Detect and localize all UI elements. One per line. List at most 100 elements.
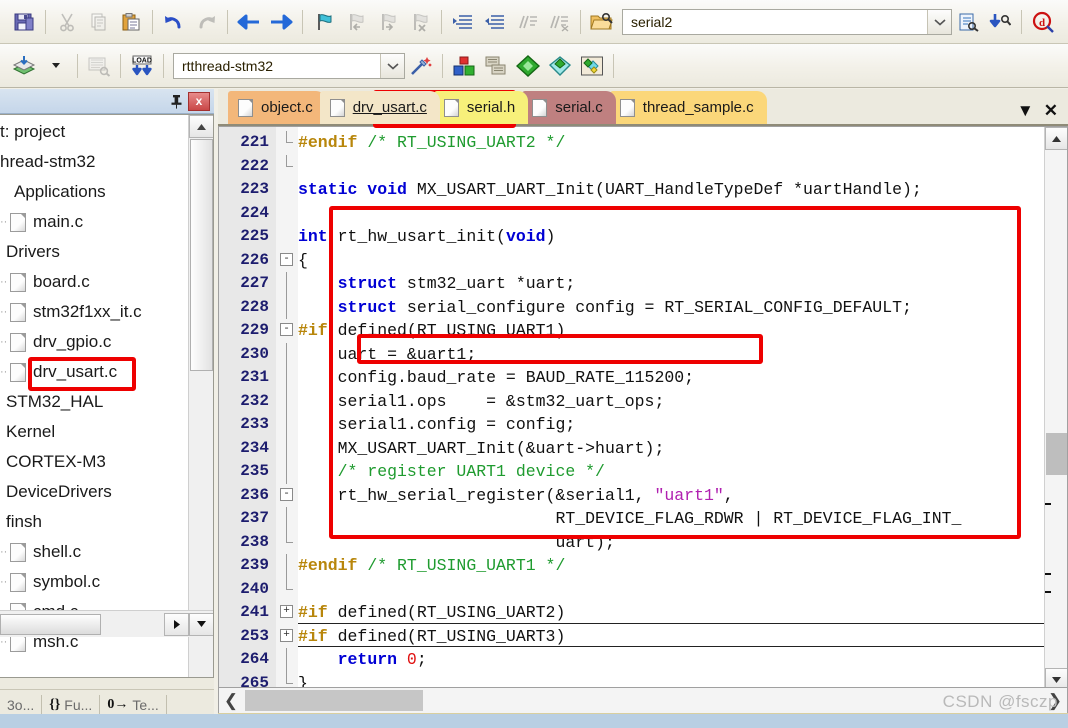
navigate-back-icon[interactable]	[234, 5, 264, 39]
code-text: #endif /* RT_USING_UART2 */	[298, 131, 565, 155]
tree-item-symbol-c[interactable]: ·· symbol.c	[0, 567, 188, 597]
manage-project-items-icon[interactable]	[481, 49, 511, 83]
code-token: static void	[298, 180, 417, 199]
code-token: stm32_uart *uart;	[406, 274, 576, 293]
redo-icon[interactable]	[191, 5, 221, 39]
next-bookmark-icon[interactable]	[373, 5, 403, 39]
code-editor[interactable]: 221 #endif /* RT_USING_UART2 */ 222 223 stat…	[218, 126, 1068, 692]
tree-item-t-project[interactable]: t: project	[0, 117, 188, 147]
components-icon[interactable]	[449, 49, 479, 83]
tab-label: 3o...	[7, 696, 35, 713]
tree-scroll-thumb[interactable]	[190, 139, 213, 371]
tree-item-stm32f1xx-it-c[interactable]: ·· stm32f1xx_it.c	[0, 297, 188, 327]
tree-item-drv-gpio-c[interactable]: ·· drv_gpio.c	[0, 327, 188, 357]
doc-find-icon[interactable]	[953, 5, 983, 39]
tree-item-label: finsh	[6, 512, 42, 531]
code-scroll-up-button[interactable]	[1045, 127, 1067, 150]
build-dropdown-icon[interactable]	[41, 49, 71, 83]
code-vertical-scrollbar[interactable]	[1044, 127, 1067, 691]
code-hscroll-thumb[interactable]	[245, 690, 423, 711]
tree-item-applications[interactable]: Applications	[0, 177, 188, 207]
tab-glyph: {}	[49, 696, 61, 712]
tree-item-shell-c[interactable]: ·· shell.c	[0, 537, 188, 567]
collapse-toggle[interactable]: -	[280, 252, 293, 266]
chevron-down-icon[interactable]	[927, 9, 951, 34]
tree-scroll-up-button[interactable]	[189, 115, 213, 138]
debug-icon[interactable]: d	[1028, 5, 1058, 39]
previous-bookmark-icon[interactable]	[341, 5, 371, 39]
code-text: #if defined(RT_USING_UART2)	[298, 601, 565, 625]
editor-tab-drv-usart-c[interactable]: drv_usart.c	[319, 91, 440, 124]
tab-close-button[interactable]: ✕	[1044, 102, 1058, 119]
find-combo[interactable]: serial2	[622, 8, 952, 35]
down-find-icon[interactable]	[985, 5, 1015, 39]
copy-icon[interactable]	[84, 5, 114, 39]
rebuild-icon[interactable]	[84, 49, 114, 83]
code-token: serial1.config = config;	[298, 415, 576, 434]
tree-item-label: STM32_HAL	[6, 392, 104, 411]
undo-icon[interactable]	[159, 5, 189, 39]
load-icon[interactable]: LOAD	[127, 49, 157, 83]
tree-item-main-c[interactable]: ·· main.c	[0, 207, 188, 237]
tree-item-stm32-hal[interactable]: STM32_HAL	[0, 387, 188, 417]
tree-item-finsh[interactable]: finsh	[0, 507, 188, 537]
tree-horizontal-scrollbar[interactable]	[0, 610, 213, 637]
expand-toggle[interactable]: +	[280, 628, 293, 642]
tree-item-cortex-m3[interactable]: CORTEX-M3	[0, 447, 188, 477]
expand-toggle[interactable]: +	[280, 605, 293, 618]
tree-item-kernel[interactable]: Kernel	[0, 417, 188, 447]
clear-bookmarks-icon[interactable]	[405, 5, 435, 39]
tree-item-drivers[interactable]: Drivers	[0, 237, 188, 267]
tree-hscroll-thumb[interactable]	[0, 613, 101, 635]
debug-dropdown-icon[interactable]	[1060, 5, 1068, 39]
editor-tab-label: thread_sample.c	[642, 99, 754, 116]
diamond-cyan-icon[interactable]	[545, 49, 575, 83]
indent-icon[interactable]	[448, 5, 478, 39]
tab-list-dropdown[interactable]: ▼	[1017, 102, 1034, 119]
build-icon[interactable]	[9, 49, 39, 83]
code-horizontal-scrollbar[interactable]: ❮ ❯	[218, 687, 1068, 714]
tab-bar-tools: ▼ ✕	[1017, 102, 1068, 124]
folder-find-icon[interactable]	[587, 5, 617, 39]
tree-item-hread-stm32[interactable]: hread-stm32	[0, 147, 188, 177]
collapse-toggle[interactable]: -	[280, 487, 293, 501]
close-icon[interactable]: x	[188, 91, 210, 111]
editor-tab-thread-sample-c[interactable]: thread_sample.c	[609, 91, 767, 124]
chevron-down-icon[interactable]	[380, 53, 404, 78]
tree-scroll-right-button[interactable]	[164, 612, 189, 636]
code-scroll-left-button[interactable]: ❮	[219, 688, 243, 713]
code-token: #if	[298, 321, 338, 340]
tree-vertical-scrollbar[interactable]	[188, 115, 213, 677]
pin-icon[interactable]	[166, 91, 186, 111]
code-token: struct	[337, 274, 407, 293]
insert-bookmark-icon[interactable]	[309, 5, 339, 39]
outdent-icon[interactable]	[480, 5, 510, 39]
code-token: defined(RT_USING_UART2)	[337, 603, 566, 622]
collapse-toggle[interactable]: -	[280, 323, 293, 336]
code-text: /* register UART1 device */	[298, 460, 605, 484]
navigate-forward-icon[interactable]	[266, 5, 296, 39]
magic-wand-options-icon[interactable]	[406, 49, 436, 83]
comment-icon[interactable]	[512, 5, 542, 39]
save-all-icon[interactable]	[9, 5, 39, 39]
editor-tab-object-c[interactable]: object.c	[228, 91, 326, 124]
project-tree[interactable]: t: project hread-stm32 Applications ·· main.…	[0, 114, 214, 678]
diamond-multi-icon[interactable]	[577, 49, 607, 83]
tree-item-board-c[interactable]: ·· board.c	[0, 267, 188, 297]
uncomment-icon[interactable]	[544, 5, 574, 39]
tree-scroll-down-button[interactable]	[189, 612, 213, 636]
diamond-green-icon[interactable]	[513, 49, 543, 83]
cut-icon[interactable]	[52, 5, 82, 39]
tree-item-devicedrivers[interactable]: DeviceDrivers	[0, 477, 188, 507]
code-scroll-thumb[interactable]	[1046, 433, 1067, 475]
editor-tab-serial-h[interactable]: serial.h	[433, 91, 529, 124]
build-toolbar: LOAD rtthread-stm32	[0, 44, 1068, 88]
target-select[interactable]: rtthread-stm32	[173, 52, 405, 79]
tree-item-drv-usart-c[interactable]: ·· drv_usart.c	[0, 357, 188, 387]
code-line: 241 + #if defined(RT_USING_UART2)	[219, 601, 1067, 625]
paste-icon[interactable]	[116, 5, 146, 39]
editor-area: object.c drv_usart.c serial.h serial.c threa…	[218, 89, 1068, 728]
code-token: int	[298, 227, 338, 246]
editor-tab-serial-c[interactable]: serial.c	[522, 91, 616, 124]
